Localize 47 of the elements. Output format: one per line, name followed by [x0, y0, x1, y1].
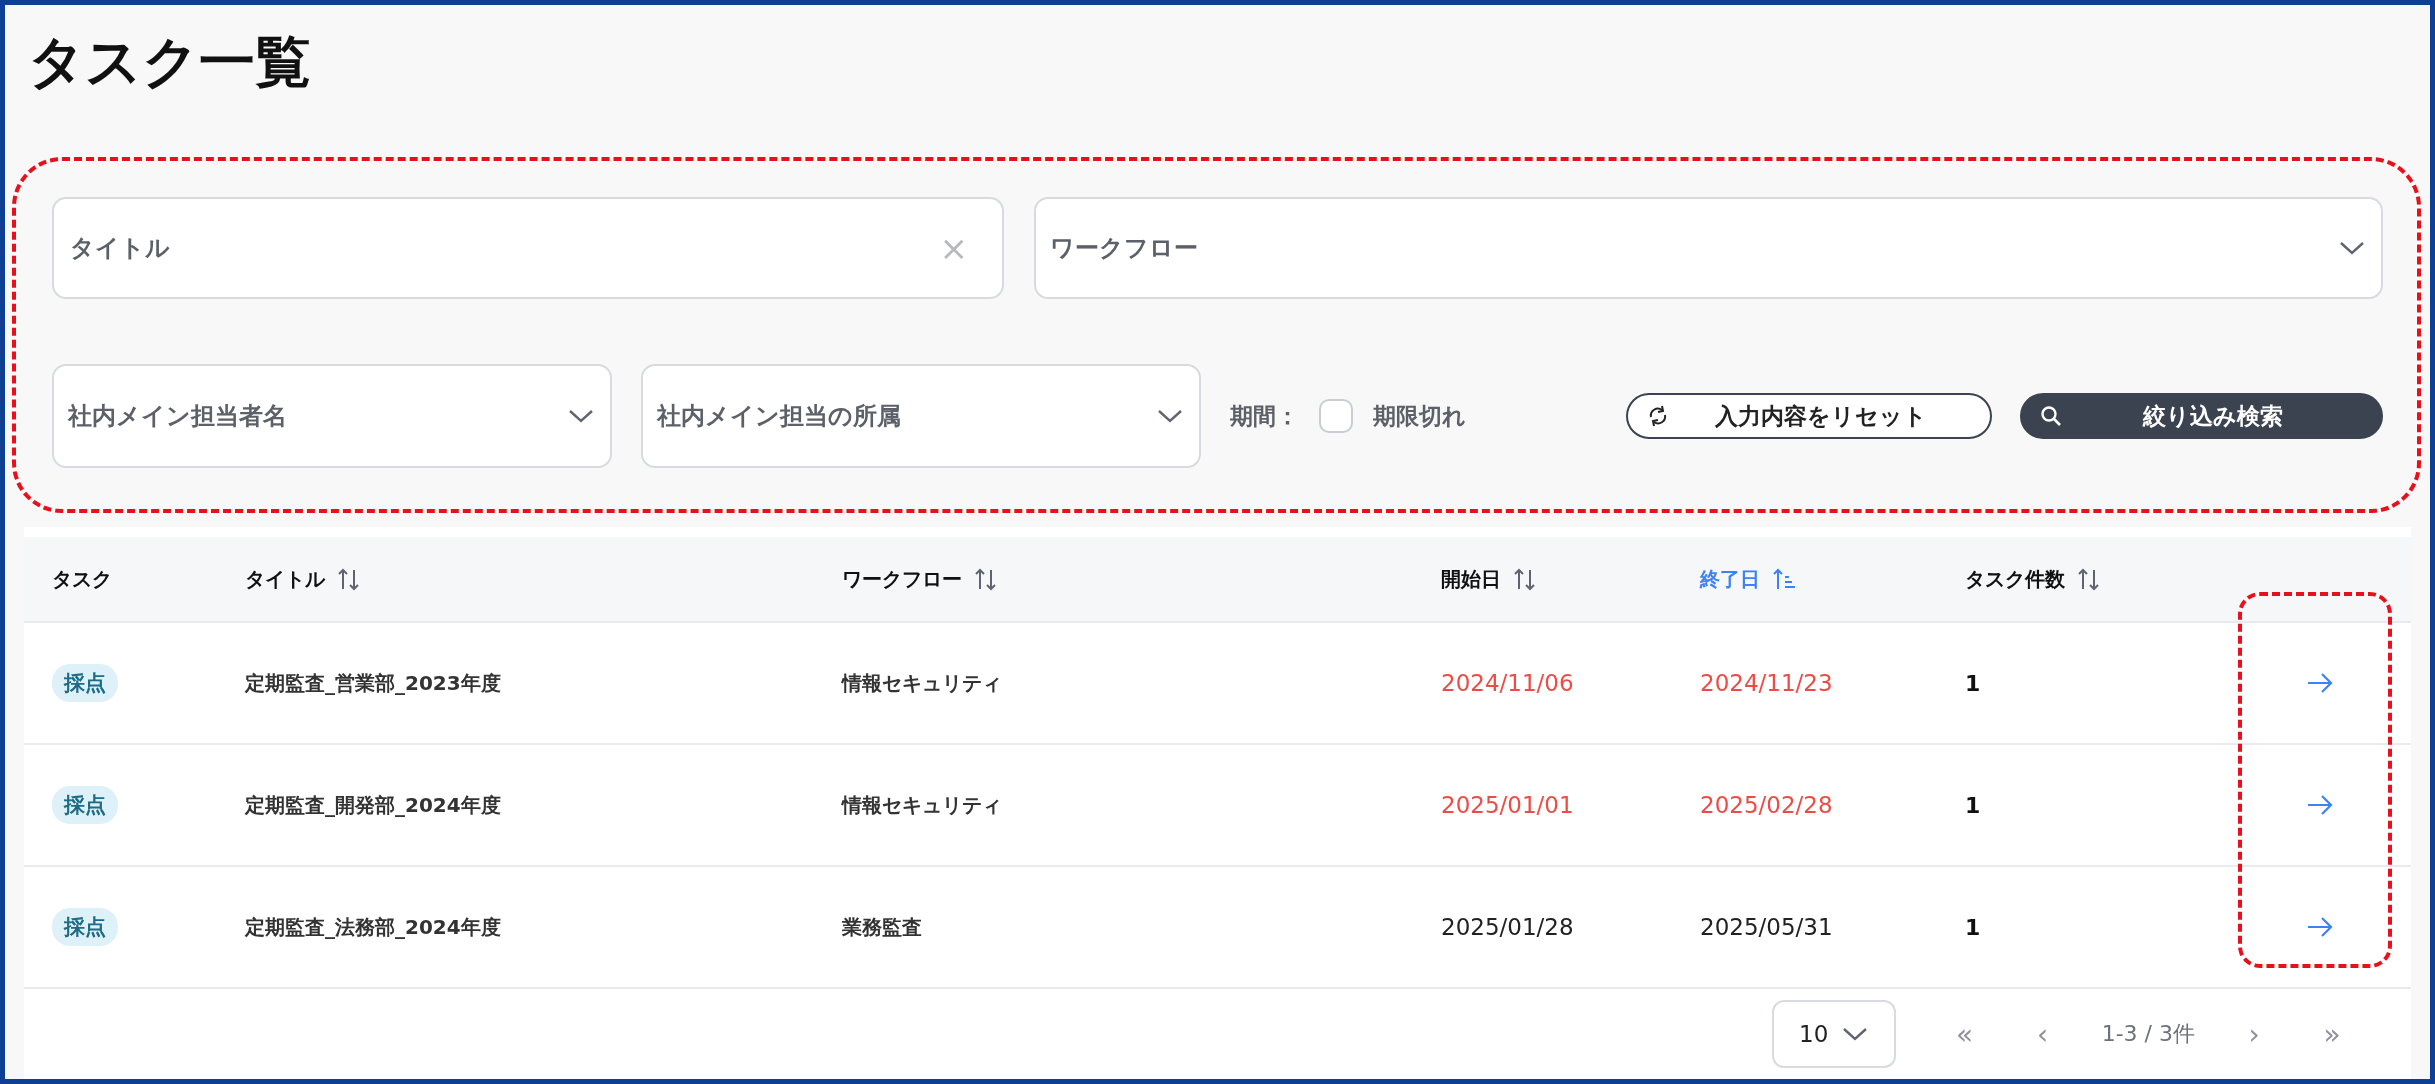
column-header[interactable]: タスク件数	[1965, 565, 2065, 593]
chevron-down-icon	[568, 408, 594, 424]
arrow-right-icon[interactable]	[2307, 672, 2333, 694]
checkbox[interactable]	[1319, 399, 1353, 433]
page-size-dropdown[interactable]: 10	[1771, 1000, 1896, 1068]
owner-dropdown[interactable]: 社内メイン担当者名	[52, 364, 612, 468]
task-tag: 採点	[52, 786, 118, 824]
search-icon	[2040, 405, 2062, 427]
column-header[interactable]: ワークフロー	[842, 565, 962, 593]
arrow-right-icon[interactable]	[2307, 794, 2333, 816]
chevron-down-icon	[2339, 240, 2365, 256]
table-cell: 定期監査_法務部_2024年度	[245, 913, 501, 941]
page-range: 1-3 / 3件	[2101, 1020, 2195, 1048]
table-cell: 1	[1965, 792, 1981, 818]
department-dropdown[interactable]: 社内メイン担当の所属	[641, 364, 1201, 468]
chevron-down-icon	[1842, 1026, 1869, 1042]
table-cell: 2025/05/31	[1700, 914, 1833, 940]
arrow-right-icon[interactable]	[2307, 916, 2333, 938]
search-button[interactable]: 絞り込み検索	[2020, 393, 2383, 439]
column-header: タスク	[52, 565, 112, 593]
task-tag: 採点	[52, 908, 118, 946]
table-cell: 2025/01/01	[1441, 792, 1574, 818]
column-header[interactable]: 開始日	[1441, 565, 1501, 593]
table-cell: 情報セキュリティ	[842, 669, 1002, 697]
period-label: 期間：	[1230, 401, 1299, 431]
last-page-button[interactable]: »	[2293, 1017, 2371, 1051]
table-cell: 1	[1965, 914, 1981, 940]
table-cell: 2025/01/28	[1441, 914, 1574, 940]
column-header[interactable]: 終了日	[1700, 565, 1760, 593]
previous-page-button[interactable]: ‹	[2003, 1017, 2082, 1051]
table-cell: 1	[1965, 670, 1981, 696]
checkbox-label: 期限切れ	[1373, 401, 1466, 431]
chevron-down-icon	[1157, 408, 1183, 424]
table-cell: 2024/11/06	[1441, 670, 1574, 696]
workflow-dropdown[interactable]: ワークフロー	[1034, 197, 2383, 299]
page-title: タスク一覧	[28, 28, 312, 96]
table-cell: 2024/11/23	[1700, 670, 1833, 696]
task-tag: 採点	[52, 664, 118, 702]
first-page-button[interactable]: «	[1925, 1017, 2004, 1051]
column-header[interactable]: タイトル	[245, 565, 325, 593]
table-cell: 定期監査_開発部_2024年度	[245, 791, 501, 819]
table-cell: 定期監査_営業部_2023年度	[245, 669, 501, 697]
reset-button[interactable]: 入力内容をリセット	[1626, 393, 1992, 439]
table-cell: 2025/02/28	[1700, 792, 1833, 818]
table-cell: 情報セキュリティ	[842, 791, 1002, 819]
table-cell: 業務監査	[842, 913, 922, 941]
next-page-button[interactable]: ›	[2215, 1017, 2293, 1051]
